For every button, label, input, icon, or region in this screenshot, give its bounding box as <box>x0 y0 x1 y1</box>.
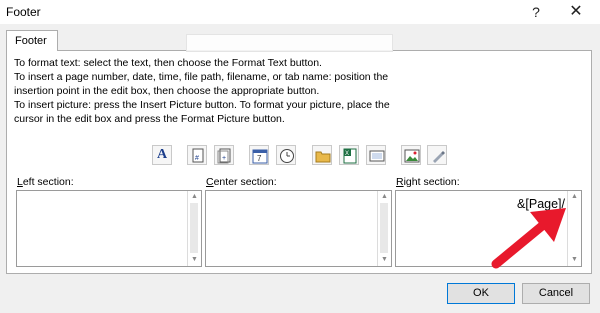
format-picture-button[interactable] <box>427 145 447 165</box>
sheet-tab-icon <box>369 150 385 162</box>
clock-icon <box>280 149 294 163</box>
insert-time-button[interactable] <box>276 145 296 165</box>
close-button[interactable]: ✕ <box>563 2 589 22</box>
center-section-scrollbar[interactable]: ▲ ▼ <box>377 191 391 266</box>
instruction-line-2: To insert a page number, date, time, fil… <box>14 71 389 83</box>
left-section-editbox[interactable]: ▲ ▼ <box>16 190 202 267</box>
insert-number-of-pages-button[interactable]: + <box>214 145 234 165</box>
svg-text:7: 7 <box>257 154 262 163</box>
instruction-line-5: cursor in the edit box and press the For… <box>14 113 285 125</box>
number-of-pages-icon: + <box>217 148 231 164</box>
ghost-overlay <box>186 34 393 52</box>
excel-file-icon: X <box>343 148 357 164</box>
page-number-icon: # <box>192 148 204 163</box>
format-text-button[interactable]: A <box>152 145 172 165</box>
insert-picture-button[interactable] <box>401 145 421 165</box>
cancel-button[interactable]: Cancel <box>522 283 590 304</box>
tab-footer[interactable]: Footer <box>6 30 58 51</box>
instruction-line-3: insertion point in the edit box, then ch… <box>14 85 320 97</box>
insert-page-number-button[interactable]: # <box>187 145 207 165</box>
folder-icon <box>315 151 331 163</box>
center-section-editbox[interactable]: ▲ ▼ <box>205 190 392 267</box>
scroll-down-icon[interactable]: ▼ <box>378 254 391 266</box>
help-button[interactable]: ? <box>523 2 549 22</box>
left-section-label: Left section: <box>17 176 74 188</box>
svg-text:X: X <box>345 151 349 157</box>
format-picture-icon <box>433 151 445 163</box>
scroll-up-icon[interactable]: ▲ <box>378 191 391 203</box>
insert-date-button[interactable]: 7 <box>249 145 269 165</box>
instruction-line-4: To insert picture: press the Insert Pict… <box>14 99 390 111</box>
annotation-arrow-icon <box>491 208 566 269</box>
picture-icon <box>404 149 420 163</box>
scroll-up-icon[interactable]: ▲ <box>188 191 201 203</box>
instruction-line-1: To format text: select the text, then ch… <box>14 57 322 69</box>
center-section-label: Center section: <box>206 176 277 188</box>
left-section-scrollbar[interactable]: ▲ ▼ <box>187 191 201 266</box>
svg-text:#: # <box>195 155 199 162</box>
scroll-thumb[interactable] <box>380 203 388 253</box>
letter-a-icon: A <box>157 147 168 162</box>
ok-button[interactable]: OK <box>447 283 515 304</box>
right-section-label: Right section: <box>396 176 460 188</box>
title-bar: Footer ? ✕ <box>0 0 600 24</box>
scroll-thumb[interactable] <box>190 203 198 253</box>
scroll-down-icon[interactable]: ▼ <box>188 254 201 266</box>
tab-footer-label: Footer <box>15 35 47 47</box>
window-title: Footer <box>6 5 41 19</box>
insert-file-path-button[interactable] <box>312 145 332 165</box>
calendar-icon: 7 <box>252 149 268 164</box>
insert-file-name-button[interactable]: X <box>339 145 359 165</box>
svg-text:+: + <box>222 155 226 162</box>
insert-sheet-name-button[interactable] <box>366 145 386 165</box>
